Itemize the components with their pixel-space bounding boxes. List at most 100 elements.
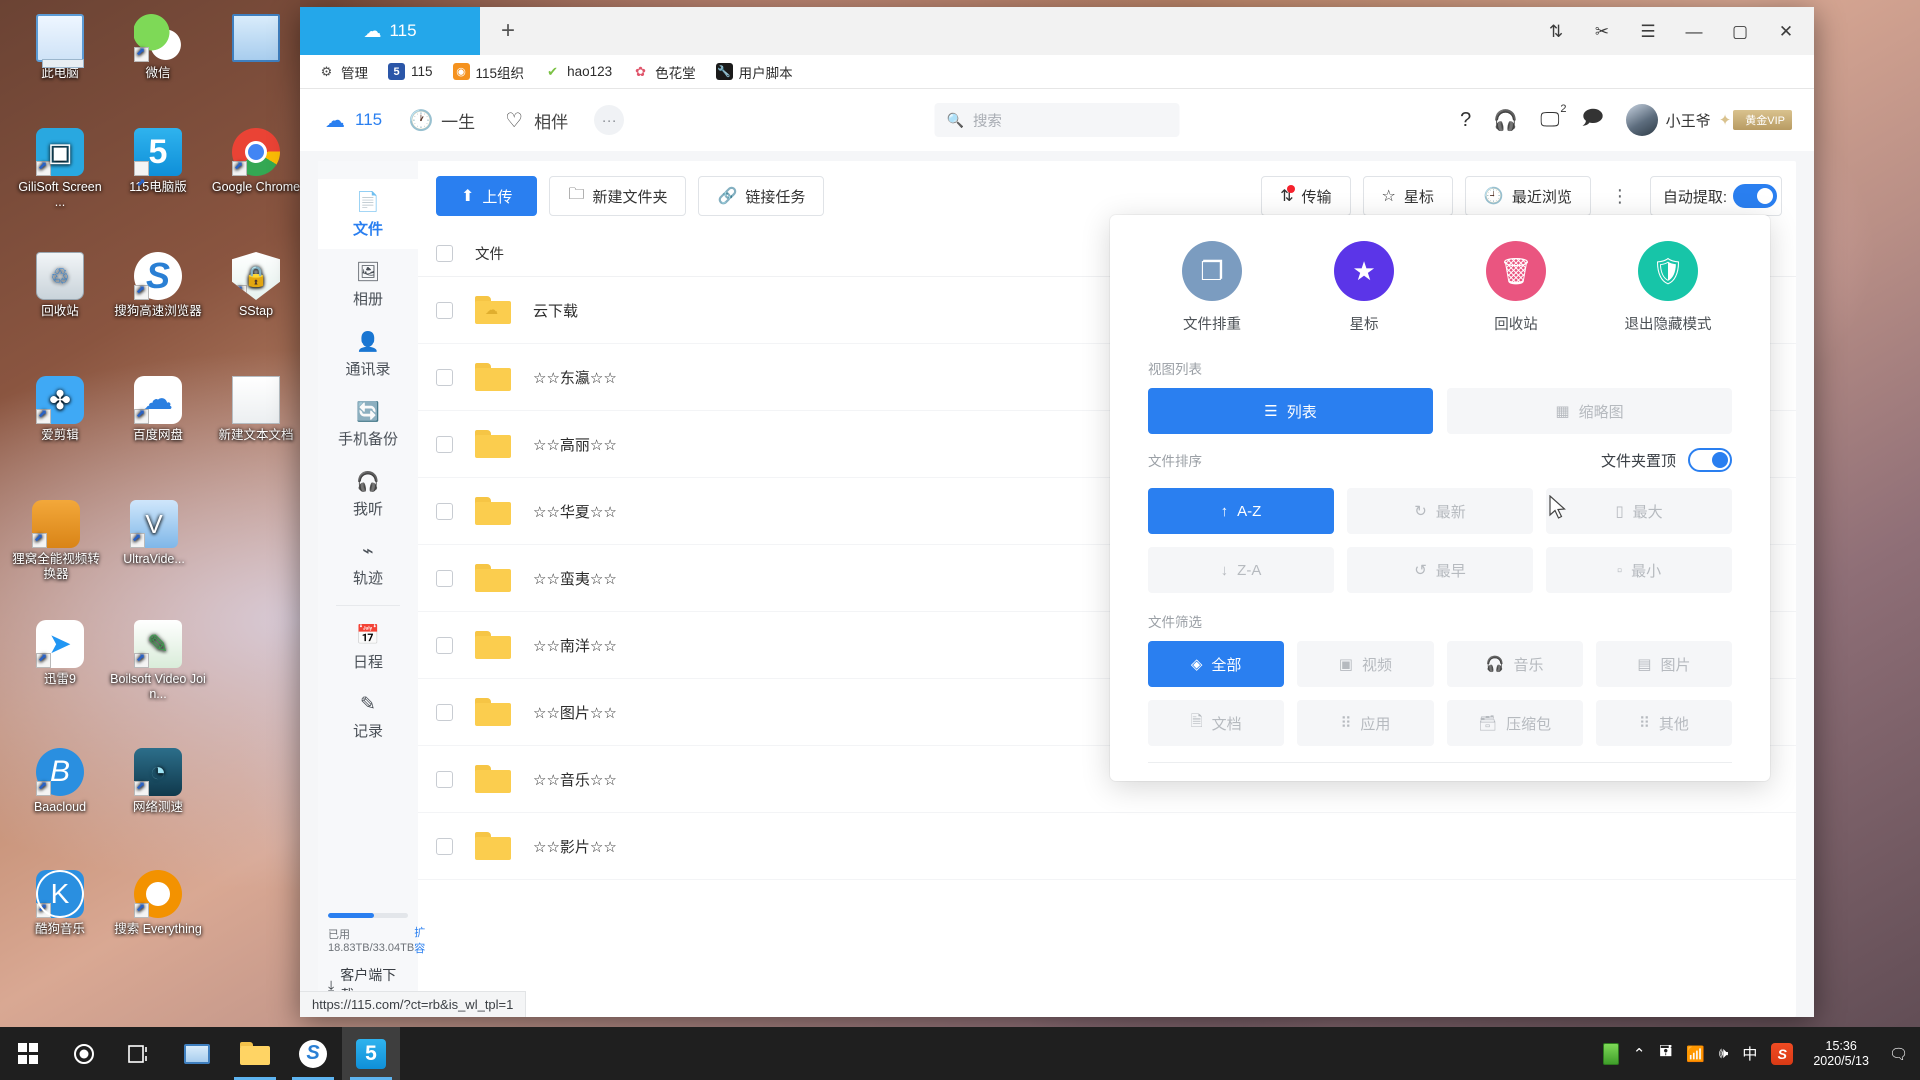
sidebar-item-我听[interactable]: 🎧 我听 [318,459,418,529]
folder-top-switch[interactable] [1688,448,1732,472]
file-explorer-taskbar-button[interactable] [226,1027,284,1080]
hamburger-menu-icon[interactable]: ☰ [1628,17,1668,47]
sidebar-item-手机备份[interactable]: 🔄 手机备份 [318,389,418,459]
new-tab-button[interactable]: + [480,7,536,55]
filter-option-视频[interactable]: ▣ 视频 [1297,641,1434,687]
desktop-icon-xunlei9[interactable]: 迅雷9 [12,620,108,687]
desktop-icon-aijianji[interactable]: 爱剪辑 [12,376,108,443]
volume-tray-icon[interactable]: 🕪 [1719,1045,1728,1062]
file-name[interactable]: ☆☆音乐☆☆ [533,769,617,790]
minimize-button[interactable]: — [1674,17,1714,47]
nav-more-icon[interactable]: ··· [594,105,625,135]
auto-extract-switch[interactable] [1733,184,1777,208]
cortana-search-button[interactable] [56,1027,112,1080]
file-name[interactable]: ☆☆南洋☆☆ [533,635,617,656]
filter-option-其他[interactable]: ⠿ 其他 [1595,700,1732,746]
usb-tray-icon[interactable]: 🖬 [1659,1041,1672,1066]
file-name[interactable]: 云下载 [533,300,578,321]
row-checkbox[interactable] [436,435,453,453]
taskbar-clock[interactable]: 15:36 2020/5/13 [1807,1039,1875,1069]
desktop-icon-wechat[interactable]: 微信 [110,14,206,81]
task-view-button[interactable] [112,1027,168,1080]
row-checkbox[interactable] [436,368,453,386]
bookmark-115[interactable]: 5 115 [380,60,441,83]
filter-option-文档[interactable]: 🗎 文档 [1148,700,1285,746]
upload-button[interactable]: ⬆ 上传 [436,176,538,216]
sidebar-item-文件[interactable]: 📄 文件 [318,179,418,249]
sync-icon[interactable]: ⇅ [1536,17,1576,47]
row-checkbox[interactable] [436,703,453,721]
sidebar-item-日程[interactable]: 📅 日程 [318,612,418,682]
link-task-button[interactable]: 🔗 链接任务 [698,176,825,216]
sidebar-item-通讯录[interactable]: 👤 通讯录 [318,319,418,389]
file-name[interactable]: ☆☆东瀛☆☆ [533,367,617,388]
close-button[interactable]: ✕ [1766,17,1806,47]
sidebar-item-轨迹[interactable]: ⌁ 轨迹 [318,529,418,599]
desktop-icon-boilsoft-video-joiner[interactable]: Boilsoft Video Join... [110,620,206,702]
row-checkbox[interactable] [436,569,453,587]
desktop-icon-115-desktop[interactable]: 5115电脑版 [110,128,206,207]
sort-option-最早[interactable]: ↺ 最早 [1347,547,1533,593]
desktop-icon-liwo-video-converter[interactable]: 狸窝全能视频转换器 [8,500,104,582]
file-name[interactable]: ☆☆高丽☆☆ [533,434,617,455]
bookmark-115组织[interactable]: ◉ 115组织 [445,59,533,85]
desktop-icon-text-document[interactable]: 新建文本文档 [208,376,304,443]
desktop-icon-kugou-music[interactable]: 酷狗音乐 [12,870,108,937]
sogou-browser-taskbar-button[interactable]: S [284,1027,342,1080]
desktop-icon-sogou-browser[interactable]: 搜狗高速浏览器 [110,252,206,319]
user-menu[interactable]: 小王爷 ✦ 黄金VIP [1625,104,1792,136]
filter-option-音乐[interactable]: 🎧 音乐 [1446,641,1583,687]
bookmark-色花堂[interactable]: ✿ 色花堂 [624,59,704,85]
starred-button[interactable]: ☆ 星标 [1362,176,1453,216]
file-name[interactable]: ☆☆影片☆☆ [533,836,617,857]
kebab-menu-icon[interactable]: ⋮ [1603,186,1638,207]
desktop-icon-baidu-netdisk[interactable]: 百度网盘 [110,376,206,443]
transfer-button[interactable]: ⇅ 传输 [1261,176,1351,216]
115-browser-taskbar-button[interactable]: 5 [342,1027,400,1080]
battery-tray-icon[interactable] [1602,1042,1619,1065]
desktop-icon-network-speedtest[interactable]: 网络测速 [110,748,206,815]
row-checkbox[interactable] [436,636,453,654]
nav-item-一生[interactable]: 🕐 一生 [408,107,475,133]
message-icon[interactable]: 🗩 [1581,103,1603,137]
row-checkbox[interactable] [436,770,453,788]
row-checkbox[interactable] [436,502,453,520]
file-name[interactable]: ☆☆图片☆☆ [533,702,617,723]
monitor-icon[interactable]: 🖵 2 [1540,103,1566,132]
sidebar-item-记录[interactable]: ✎ 记录 [318,682,418,752]
quick-action-文件排重[interactable]: ❐ 文件排重 [1152,241,1272,334]
desktop-icon-chrome[interactable]: Google Chrome [208,128,304,195]
help-icon[interactable]: ? [1460,109,1471,132]
sort-option-最新[interactable]: ↻ 最新 [1347,488,1533,534]
auto-extract-toggle[interactable]: 自动提取: [1649,176,1782,216]
desktop-icon-baacloud[interactable]: Baacloud [12,748,108,815]
desktop-icon-everything-search[interactable]: 搜索 Everything [110,870,206,937]
windows-start-button[interactable] [0,1027,56,1080]
sort-option-A-Z[interactable]: ↑ A-Z [1148,488,1334,534]
filter-option-应用[interactable]: ⠿ 应用 [1297,700,1434,746]
quick-action-退出隐藏模式[interactable]: 🛡 退出隐藏模式 [1608,241,1728,334]
row-checkbox[interactable] [436,301,453,319]
file-name[interactable]: ☆☆蛮夷☆☆ [533,568,617,589]
quick-action-星标[interactable]: ★ 星标 [1304,241,1424,334]
powerpoint-taskbar-button[interactable] [168,1027,226,1080]
sort-option-最小[interactable]: ▫ 最小 [1546,547,1732,593]
desktop-icon-sstap[interactable]: SStap [208,252,304,319]
new-folder-button[interactable]: 🗀 新建文件夹 [549,176,687,216]
view-option-缩略图[interactable]: ▦ 缩略图 [1447,388,1732,434]
sidebar-item-相册[interactable]: 🖼 相册 [318,249,418,319]
maximize-button[interactable]: ▢ [1720,17,1760,47]
desktop-icon-powerpoint[interactable] [208,14,304,66]
recent-button[interactable]: 🕘 最近浏览 [1464,176,1591,216]
bookmark-管理[interactable]: ⚙ 管理 [310,59,376,85]
select-all-checkbox[interactable] [436,245,453,262]
desktop-icon-this-pc[interactable]: 此电脑 [12,14,108,81]
view-option-列表[interactable]: ☰ 列表 [1148,388,1433,434]
search-input[interactable]: 🔍 搜索 [934,103,1180,137]
desktop-icon-ultravideo[interactable]: UltraVide... [106,500,202,567]
bookmark-用户脚本[interactable]: 🔧 用户脚本 [708,59,801,85]
quick-action-回收站[interactable]: 🗑 回收站 [1456,241,1576,334]
filter-option-图片[interactable]: ▤ 图片 [1595,641,1732,687]
expand-storage-link[interactable]: 扩容 [414,924,425,956]
wifi-tray-icon[interactable]: 📶 [1686,1045,1705,1063]
